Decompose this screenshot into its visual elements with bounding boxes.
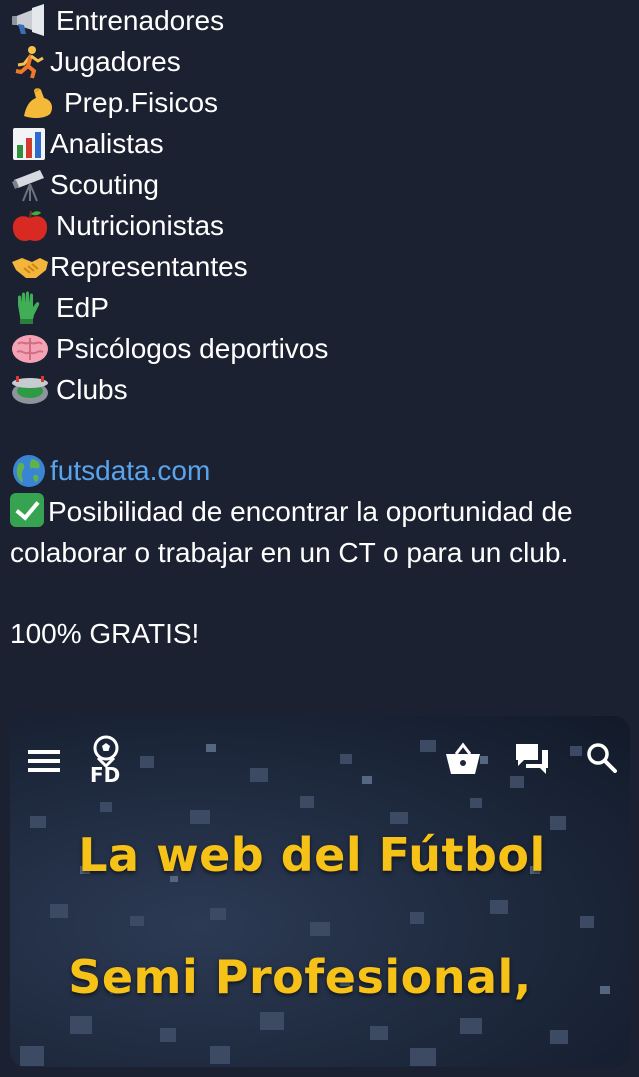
brain-icon <box>10 332 50 366</box>
stadium-icon <box>10 373 50 407</box>
role-item-psicologos: Psicólogos deportivos <box>10 328 632 369</box>
role-label: Analistas <box>50 128 164 159</box>
logo-text: FD <box>90 763 121 787</box>
role-item-clubs: Clubs <box>10 369 632 410</box>
bar-chart-icon <box>10 127 50 161</box>
benefit-paragraph: Posibilidad de encontrar la oportunidad … <box>10 491 632 573</box>
role-item-jugadores: Jugadores <box>10 41 632 82</box>
red-apple-icon <box>10 209 50 243</box>
telescope-icon <box>10 168 50 202</box>
link-preview-image[interactable]: FD La web del Fútbol Semi Profesional, <box>10 716 630 1067</box>
message-body: Entrenadores Jugadores Prep.Fisicos Anal… <box>10 0 632 654</box>
role-label: Entrenadores <box>56 5 225 36</box>
role-label: Clubs <box>56 374 128 405</box>
globe-icon <box>10 454 50 488</box>
preview-headline-1: La web del Fútbol <box>78 828 546 882</box>
role-label: Nutricionistas <box>56 210 225 241</box>
role-item-scouting: Scouting <box>10 164 632 205</box>
shopping-basket-icon[interactable] <box>444 742 482 776</box>
hamburger-menu-icon[interactable] <box>28 748 62 774</box>
price-note: 100% GRATIS! <box>10 618 200 649</box>
benefit-text: Posibilidad de encontrar la oportunidad … <box>10 496 573 568</box>
search-icon[interactable] <box>586 742 618 774</box>
handshake-icon <box>10 250 50 284</box>
role-label: Scouting <box>50 169 159 200</box>
role-label: Jugadores <box>50 46 181 77</box>
website-link[interactable]: futsdata.com <box>50 455 210 487</box>
role-label: Prep.Fisicos <box>64 87 219 118</box>
role-item-prep-fisicos: Prep.Fisicos <box>10 82 632 123</box>
role-label: Psicólogos deportivos <box>56 333 329 364</box>
role-label: Representantes <box>50 251 248 282</box>
site-logo[interactable]: FD <box>88 734 124 792</box>
forum-chat-icon[interactable] <box>514 742 552 776</box>
runner-icon <box>10 45 50 79</box>
flexed-biceps-icon <box>18 86 58 120</box>
role-label: EdP <box>56 292 109 323</box>
role-item-nutricionistas: Nutricionistas <box>10 205 632 246</box>
check-mark-icon <box>10 493 44 527</box>
megaphone-icon <box>10 3 50 38</box>
preview-headline-2: Semi Profesional, <box>68 950 532 1004</box>
website-line: futsdata.com <box>10 450 632 491</box>
role-item-representantes: Representantes <box>10 246 632 287</box>
goalkeeper-glove-icon <box>10 291 50 325</box>
role-item-analistas: Analistas <box>10 123 632 164</box>
site-nav-bar: FD <box>10 716 630 796</box>
role-item-edp: EdP <box>10 287 632 328</box>
role-item-entrenadores: Entrenadores <box>10 0 632 41</box>
